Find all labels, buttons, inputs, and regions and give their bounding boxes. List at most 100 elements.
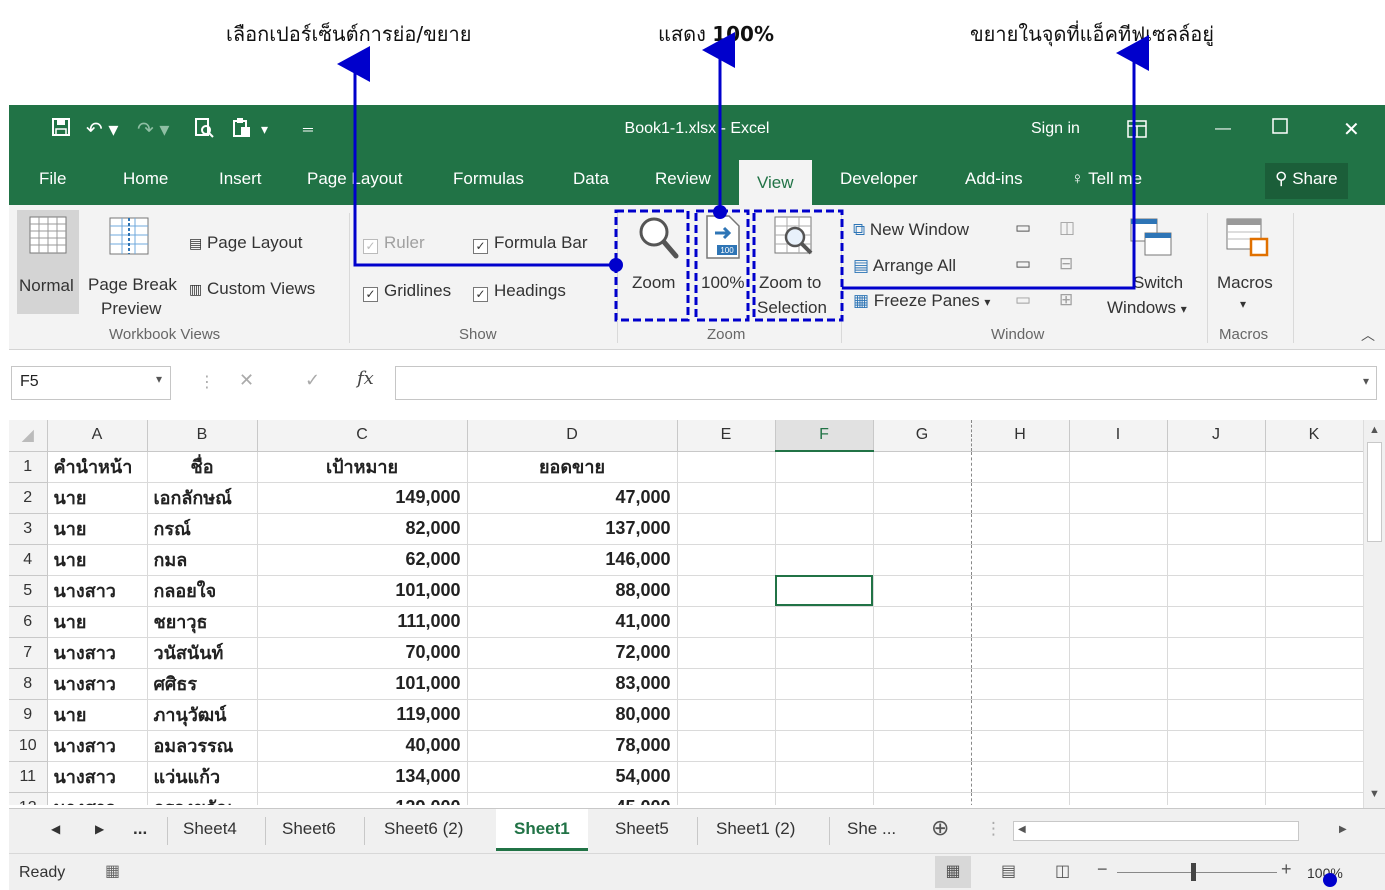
column-header[interactable]: G: [873, 420, 972, 452]
cell[interactable]: 80,000: [467, 699, 678, 731]
scroll-tabs-left-icon[interactable]: ◀: [51, 822, 60, 836]
more-sheets-right[interactable]: She ...: [847, 819, 896, 839]
cell[interactable]: [1265, 513, 1364, 545]
cell[interactable]: นางสาว: [47, 761, 148, 793]
zoom-slider[interactable]: [1117, 872, 1277, 873]
scroll-up-icon[interactable]: ▲: [1369, 424, 1380, 436]
zoom-to-selection-label-2[interactable]: Selection: [757, 298, 827, 318]
cell[interactable]: [677, 792, 776, 805]
sheet-tab-sheet1[interactable]: Sheet1: [496, 809, 588, 851]
cell[interactable]: [1265, 544, 1364, 576]
cell[interactable]: นาย: [47, 513, 148, 545]
name-box[interactable]: F5 ▾: [11, 366, 171, 400]
arrange-all-button[interactable]: ▤ Arrange All: [853, 256, 956, 276]
page-layout-status-icon[interactable]: ▤: [1001, 861, 1016, 881]
cell[interactable]: [1167, 606, 1266, 638]
scroll-tabs-right-icon[interactable]: ▶: [95, 822, 104, 836]
zoom-100-label[interactable]: 100%: [701, 273, 744, 293]
tab-review[interactable]: Review: [655, 169, 711, 189]
cell[interactable]: ชยาวุธ: [147, 606, 258, 638]
row-header[interactable]: 7: [9, 637, 48, 669]
cell[interactable]: 41,000: [467, 606, 678, 638]
tab-data[interactable]: Data: [573, 169, 609, 189]
select-all-corner[interactable]: ◢: [9, 420, 48, 452]
cell[interactable]: [1069, 544, 1168, 576]
cell[interactable]: 70,000: [257, 637, 468, 669]
cell[interactable]: ยอดขาย: [467, 451, 678, 483]
reset-window-position-icon[interactable]: ⊞: [1059, 290, 1073, 310]
cell[interactable]: 78,000: [467, 730, 678, 762]
more-sheets-left[interactable]: ...: [133, 819, 147, 839]
cell[interactable]: กรณ์: [147, 513, 258, 545]
cell[interactable]: 62,000: [257, 544, 468, 576]
cell[interactable]: นาย: [47, 699, 148, 731]
name-box-dropdown-icon[interactable]: ▾: [156, 372, 162, 386]
cell[interactable]: [971, 699, 1070, 731]
zoom-in-icon[interactable]: +: [1281, 859, 1292, 880]
cell[interactable]: กรองขวัญ: [147, 792, 258, 805]
zoom-magnifier-icon[interactable]: [637, 215, 679, 259]
cell[interactable]: [1069, 575, 1168, 607]
cell[interactable]: [1069, 637, 1168, 669]
cell[interactable]: นาย: [47, 482, 148, 514]
tab-view[interactable]: View: [739, 160, 812, 205]
cell[interactable]: [775, 544, 874, 576]
cell[interactable]: [1069, 606, 1168, 638]
cell[interactable]: [1167, 513, 1266, 545]
cell[interactable]: [1265, 606, 1364, 638]
row-header[interactable]: 2: [9, 482, 48, 514]
row-header[interactable]: 4: [9, 544, 48, 576]
tab-formulas[interactable]: Formulas: [453, 169, 524, 189]
sheet-tab-sheet4[interactable]: Sheet4: [183, 819, 237, 839]
switch-windows-label[interactable]: Switch: [1133, 273, 1183, 293]
cell[interactable]: [1069, 482, 1168, 514]
cell[interactable]: 83,000: [467, 668, 678, 700]
cell[interactable]: 134,000: [257, 761, 468, 793]
cell[interactable]: [677, 575, 776, 607]
page-layout-view-button[interactable]: ▤ Page Layout: [189, 233, 302, 253]
cell[interactable]: [971, 575, 1070, 607]
column-header[interactable]: D: [467, 420, 678, 452]
cell[interactable]: [873, 451, 972, 483]
column-header[interactable]: A: [47, 420, 148, 452]
cell[interactable]: [971, 513, 1070, 545]
cell[interactable]: นางสาว: [47, 637, 148, 669]
column-header[interactable]: H: [971, 420, 1070, 452]
cell[interactable]: [1167, 668, 1266, 700]
cell[interactable]: 149,000: [257, 482, 468, 514]
sheet-tab-sheet1-2[interactable]: Sheet1 (2): [716, 819, 795, 839]
view-side-by-side-icon[interactable]: ◫: [1059, 218, 1075, 238]
macros-dropdown-icon[interactable]: ▾: [1240, 297, 1246, 311]
column-header[interactable]: J: [1167, 420, 1266, 452]
gridlines-checkbox[interactable]: ✓ Gridlines: [363, 281, 451, 302]
cell[interactable]: [1069, 730, 1168, 762]
cell[interactable]: นาย: [47, 606, 148, 638]
cell[interactable]: [775, 513, 874, 545]
new-sheet-icon[interactable]: ⊕: [931, 815, 949, 841]
page-break-preview-icon[interactable]: [109, 217, 149, 255]
cell[interactable]: [775, 482, 874, 514]
insert-function-icon[interactable]: fx: [357, 368, 374, 389]
row-header[interactable]: 12: [9, 792, 48, 805]
cell[interactable]: [1265, 699, 1364, 731]
cell[interactable]: [677, 544, 776, 576]
cell[interactable]: [873, 513, 972, 545]
column-header[interactable]: E: [677, 420, 776, 452]
sign-in-link[interactable]: Sign in: [1031, 120, 1080, 138]
cell[interactable]: [971, 730, 1070, 762]
column-header[interactable]: F: [775, 420, 874, 452]
switch-windows-icon[interactable]: [1129, 217, 1175, 259]
cell[interactable]: [1069, 513, 1168, 545]
zoom-to-selection-icon[interactable]: [773, 215, 815, 257]
tab-home[interactable]: Home: [123, 169, 168, 189]
cell[interactable]: ชื่อ: [147, 451, 258, 483]
cell[interactable]: [1069, 699, 1168, 731]
page-break-preview-label-2[interactable]: Preview: [101, 299, 161, 319]
cell[interactable]: [971, 761, 1070, 793]
cell[interactable]: [1167, 544, 1266, 576]
cell[interactable]: อมลวรรณ: [147, 730, 258, 762]
cell[interactable]: แว่นแก้ว: [147, 761, 258, 793]
cell[interactable]: [677, 637, 776, 669]
cell[interactable]: นางสาว: [47, 730, 148, 762]
expand-formula-bar-icon[interactable]: ▾: [1363, 374, 1369, 388]
